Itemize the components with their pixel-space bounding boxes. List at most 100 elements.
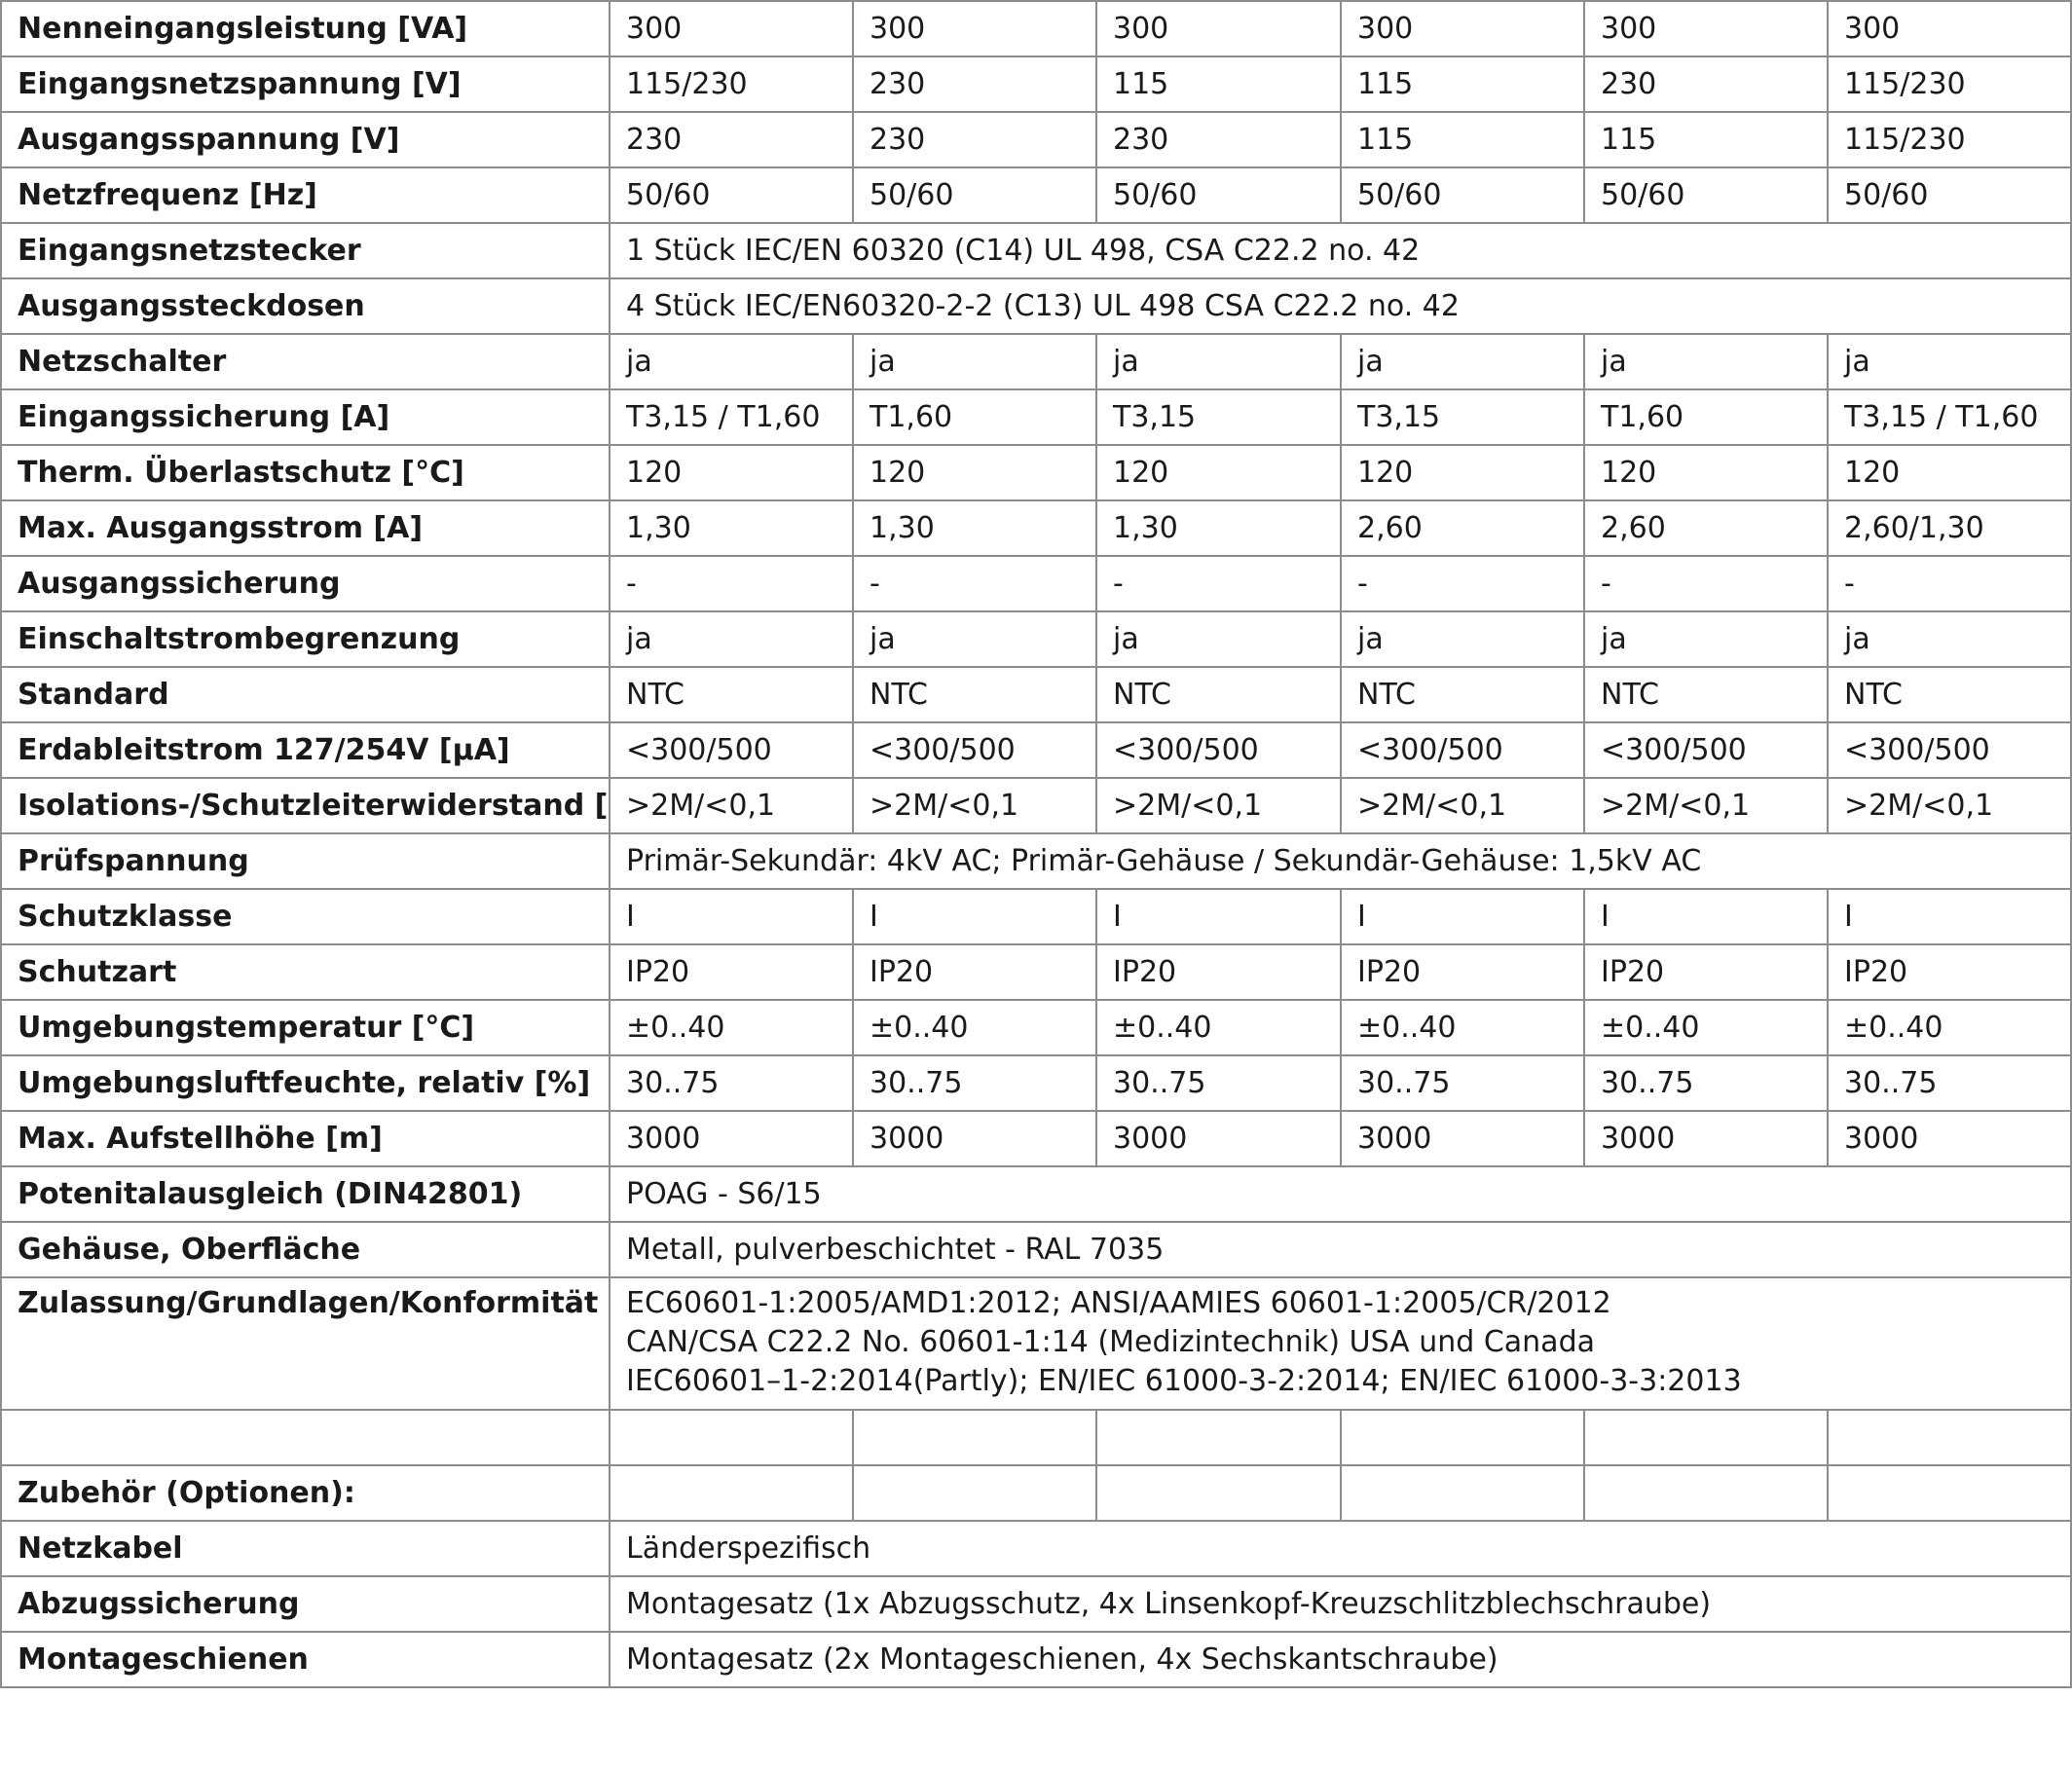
row-label: Gehäuse, Oberfläche (0, 1221, 610, 1278)
table-row: Max. Ausgangsstrom [A] 1,30 1,30 1,30 2,60 2,… (0, 499, 2072, 557)
table-cell: <300/500 (1827, 721, 2072, 779)
table-cell (1827, 1464, 2072, 1522)
table-cell (609, 1464, 854, 1522)
table-cell: ja (609, 333, 854, 390)
table-cell: 2,60/1,30 (1827, 499, 2072, 557)
table-cell: ja (1095, 610, 1342, 668)
table-cell: T3,15 (1095, 388, 1342, 446)
table-cell: 30..75 (852, 1054, 1097, 1112)
table-cell: T1,60 (1583, 388, 1829, 446)
table-row: Eingangssicherung [A] T3,15 / T1,60 T1,60 T… (0, 388, 2072, 446)
table-row: Prüfspannung Primär-Sekundär: 4kV AC; Pri… (0, 832, 2072, 890)
table-cell: T1,60 (852, 388, 1097, 446)
table-cell: I (1340, 888, 1585, 945)
table-cell (1340, 1464, 1585, 1522)
row-label: Ausgangsspannung [V] (0, 111, 610, 168)
table-cell: 2,60 (1583, 499, 1829, 557)
row-label: Eingangsnetzstecker (0, 222, 610, 279)
row-label: Montageschienen (0, 1631, 610, 1688)
table-cell: 230 (1583, 55, 1829, 113)
row-label: Netzschalter (0, 333, 610, 390)
row-label: Standard (0, 666, 610, 723)
table-cell: I (852, 888, 1097, 945)
table-cell: IP20 (609, 943, 854, 1001)
table-cell: - (609, 555, 854, 612)
row-label: Prüfspannung (0, 832, 610, 890)
table-cell: ±0..40 (1583, 999, 1829, 1056)
table-cell: - (1583, 555, 1829, 612)
table-cell-span: Montagesatz (1x Abzugsschutz, 4x Linsenk… (609, 1575, 2072, 1633)
table-cell-span: 4 Stück IEC/EN60320-2-2 (C13) UL 498 CSA… (609, 277, 2072, 335)
table-row: Schutzart IP20 IP20 IP20 IP20 IP20 IP20 (0, 943, 2072, 1001)
table-row: Umgebungstemperatur [°C] ±0..40 ±0..40 ±0..… (0, 999, 2072, 1056)
row-label: Zulassung/Grundlagen/Konformität CE (0, 1276, 610, 1411)
table-cell-span: Metall, pulverbeschichtet - RAL 7035 (609, 1221, 2072, 1278)
table-row: Ausgangssteckdosen 4 Stück IEC/EN60320-2-… (0, 277, 2072, 335)
table-row: Umgebungsluftfeuchte, relativ [%] 30..75 3… (0, 1054, 2072, 1112)
table-cell-multiline: EC60601-1:2005/AMD1:2012; ANSI/AAMIES 60… (609, 1276, 2072, 1411)
table-cell: 120 (1095, 444, 1342, 501)
table-cell: - (1340, 555, 1585, 612)
table-cell: 50/60 (1095, 166, 1342, 224)
table-row: Einschaltstrombegrenzung ja ja ja ja ja ja (0, 610, 2072, 668)
table-cell: ±0..40 (1340, 999, 1585, 1056)
table-cell: IP20 (1827, 943, 2072, 1001)
row-label: Einschaltstrombegrenzung (0, 610, 610, 668)
spec-table-container: Nenneingangsleistung [VA] 300 300 300 300 300… (0, 0, 2072, 1688)
table-row: Max. Aufstellhöhe [m] 3000 3000 3000 3000 300… (0, 1110, 2072, 1167)
table-cell: 3000 (1095, 1110, 1342, 1167)
table-cell: 1,30 (609, 499, 854, 557)
table-cell: ja (1095, 333, 1342, 390)
table-cell (852, 1464, 1097, 1522)
table-cell: T3,15 / T1,60 (1827, 388, 2072, 446)
table-cell (1340, 1409, 1585, 1466)
table-cell: 300 (1827, 0, 2072, 57)
table-cell: T3,15 (1340, 388, 1585, 446)
table-cell: 120 (1827, 444, 2072, 501)
row-label: Umgebungstemperatur [°C] (0, 999, 610, 1056)
table-row: Eingangsnetzspannung [V] 115/230 230 115 115… (0, 55, 2072, 113)
table-cell: NTC (609, 666, 854, 723)
table-row: Eingangsnetzstecker 1 Stück IEC/EN 60320 … (0, 222, 2072, 279)
table-row: Ausgangsspannung [V] 230 230 230 115 115 115/2… (0, 111, 2072, 168)
table-cell: ±0..40 (1095, 999, 1342, 1056)
table-cell: >2M/<0,1 (1827, 777, 2072, 834)
table-cell (1095, 1464, 1342, 1522)
table-cell: 230 (1095, 111, 1342, 168)
row-label: Eingangsnetzspannung [V] (0, 55, 610, 113)
row-label: Netzkabel (0, 1520, 610, 1577)
spec-table-body: Nenneingangsleistung [VA] 300 300 300 300 300… (0, 0, 2072, 1688)
row-label: Schutzklasse (0, 888, 610, 945)
table-row: Standard NTC NTC NTC NTC NTC NTC (0, 666, 2072, 723)
table-cell: >2M/<0,1 (852, 777, 1097, 834)
row-label: Zubehör (Optionen): (0, 1464, 610, 1522)
table-cell (1583, 1464, 1829, 1522)
table-cell: <300/500 (1095, 721, 1342, 779)
table-cell: IP20 (1095, 943, 1342, 1001)
table-row: Schutzklasse I I I I I I (0, 888, 2072, 945)
table-row: Abzugssicherung Montagesatz (1x Abzugssch… (0, 1575, 2072, 1633)
table-cell: I (609, 888, 854, 945)
table-cell: 120 (852, 444, 1097, 501)
table-cell-span: Länderspezifisch (609, 1520, 2072, 1577)
table-cell: - (852, 555, 1097, 612)
row-label (0, 1409, 610, 1466)
table-cell: ja (1827, 333, 2072, 390)
table-row: Netzschalter ja ja ja ja ja ja (0, 333, 2072, 390)
table-cell: IP20 (1583, 943, 1829, 1001)
table-cell: >2M/<0,1 (1583, 777, 1829, 834)
table-cell-span: 1 Stück IEC/EN 60320 (C14) UL 498, CSA C… (609, 222, 2072, 279)
table-row: Isolations-/Schutzleiterwiderstand [Ω] >2… (0, 777, 2072, 834)
table-cell: 50/60 (1827, 166, 2072, 224)
table-cell: 300 (1340, 0, 1585, 57)
cell-line: EC60601-1:2005/AMD1:2012; ANSI/AAMIES 60… (626, 1286, 1611, 1320)
row-label: Potenitalausgleich (DIN42801) (0, 1165, 610, 1223)
row-label: Therm. Überlastschutz [°C] (0, 444, 610, 501)
table-cell: 30..75 (1827, 1054, 2072, 1112)
table-cell: 115 (1583, 111, 1829, 168)
table-cell: 1,30 (852, 499, 1097, 557)
table-cell: 2,60 (1340, 499, 1585, 557)
table-cell: 3000 (1827, 1110, 2072, 1167)
table-cell: 300 (1583, 0, 1829, 57)
table-cell: ja (1340, 333, 1585, 390)
